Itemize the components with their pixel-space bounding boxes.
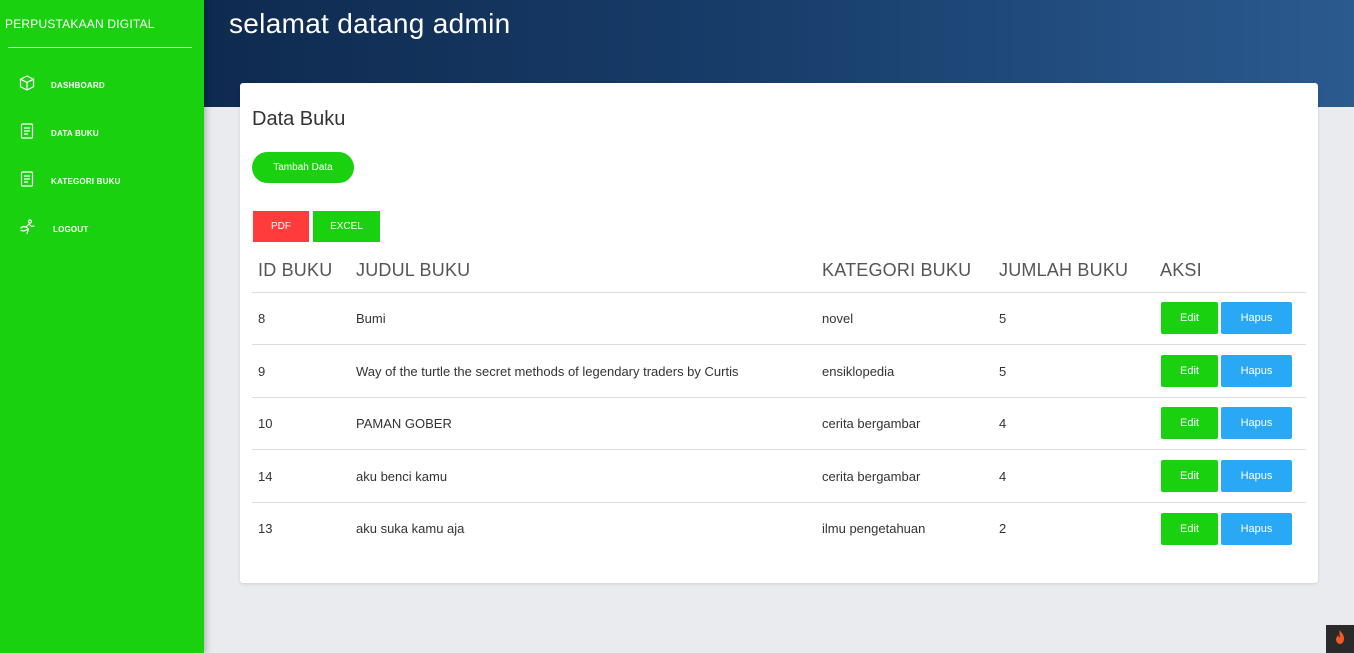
excel-export-button[interactable]: EXCEL [313,211,380,242]
cell-jumlah: 2 [999,521,1007,536]
sidebar-item-label: DATA BUKU [51,128,99,138]
sidebar-item-data-buku[interactable]: DATA BUKU [18,122,99,145]
column-header-aksi: AKSI [1160,260,1202,280]
column-header-jumlah: JUMLAH BUKU [999,260,1129,280]
cell-kategori: novel [822,311,854,326]
sidebar-item-dashboard[interactable]: DASHBOARD [18,74,105,97]
column-header-id: ID BUKU [258,260,333,280]
sidebar-item-label: KATEGORI BUKU [51,176,121,186]
cell-jumlah: 5 [999,311,1007,326]
edit-button[interactable]: Edit [1161,460,1218,492]
cell-judul: Way of the turtle the secret methods of … [356,364,739,379]
page-title: Data Buku [252,108,346,130]
edit-button[interactable]: Edit [1161,407,1218,439]
delete-button[interactable]: Hapus [1221,513,1292,545]
cell-kategori: ensiklopedia [822,364,895,379]
add-data-button[interactable]: Tambah Data [252,152,354,183]
divider [252,344,1306,345]
welcome-text: selamat datang admin [229,8,511,39]
cube-icon [18,74,36,97]
delete-button[interactable]: Hapus [1221,460,1292,492]
delete-button[interactable]: Hapus [1221,302,1292,334]
running-icon [18,218,36,241]
sidebar-item-logout[interactable]: LOGOUT [18,218,89,241]
delete-button[interactable]: Hapus [1221,355,1292,387]
cell-kategori: cerita bergambar [822,469,921,484]
cell-id: 9 [258,364,266,379]
column-header-kategori: KATEGORI BUKU [822,260,972,280]
cell-jumlah: 4 [999,469,1007,484]
debug-toolbar-button[interactable] [1326,625,1354,653]
cell-judul: PAMAN GOBER [356,416,452,431]
edit-button[interactable]: Edit [1161,513,1218,545]
document-icon [18,122,36,145]
cell-kategori: ilmu pengetahuan [822,521,926,536]
delete-button[interactable]: Hapus [1221,407,1292,439]
edit-button[interactable]: Edit [1161,302,1218,334]
cell-judul: aku benci kamu [356,469,448,484]
cell-kategori: cerita bergambar [822,416,921,431]
cell-id: 10 [258,416,273,431]
brand-title: PERPUSTAKAAN DIGITAL [5,17,155,31]
sidebar-item-label: LOGOUT [53,224,89,234]
cell-judul: aku suka kamu aja [356,521,465,536]
cell-jumlah: 5 [999,364,1007,379]
cell-judul: Bumi [356,311,386,326]
sidebar: PERPUSTAKAAN DIGITAL DASHBOARD DATA BUKU [0,0,204,653]
divider [252,449,1306,450]
pdf-export-button[interactable]: PDF [253,211,309,242]
divider [252,502,1306,503]
cell-id: 8 [258,311,266,326]
content-card: Data Buku Tambah Data PDF EXCEL ID BUKU … [240,83,1318,583]
sidebar-item-kategori-buku[interactable]: KATEGORI BUKU [18,170,121,193]
divider [252,292,1306,293]
cell-id: 13 [258,521,273,536]
flame-icon [1333,629,1347,650]
sidebar-item-label: DASHBOARD [51,80,105,90]
column-header-judul: JUDUL BUKU [356,260,471,280]
document-icon [18,170,36,193]
cell-jumlah: 4 [999,416,1007,431]
cell-id: 14 [258,469,273,484]
divider [8,47,192,48]
divider [252,397,1306,398]
edit-button[interactable]: Edit [1161,355,1218,387]
